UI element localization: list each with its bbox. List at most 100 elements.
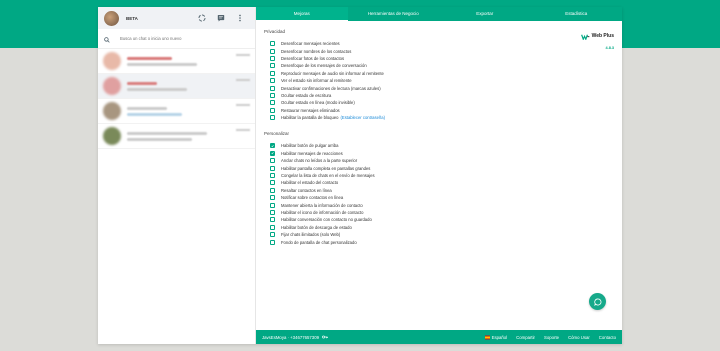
option-checkbox[interactable]: [270, 150, 275, 156]
tab-herramientas[interactable]: Herramientas de Negocio: [348, 7, 440, 21]
option-label: Anclar chats no leídos a la parte superi…: [281, 158, 358, 164]
option-row[interactable]: Congelar la lista de chats en el envío d…: [270, 172, 614, 179]
option-checkbox[interactable]: [270, 187, 275, 193]
search-input[interactable]: [120, 36, 240, 41]
option-row[interactable]: Desenfocar nombres de los contactos: [270, 47, 614, 54]
option-label: Habilitar botón de descarga de estado: [281, 224, 352, 230]
option-checkbox[interactable]: [270, 173, 275, 179]
how-to-use-link[interactable]: Cómo Usar: [568, 335, 590, 340]
avatar[interactable]: [104, 10, 119, 26]
option-row[interactable]: Habilitar botón de pulgar arriba: [270, 142, 614, 149]
option-row[interactable]: Desenfocar fotos de los contactos: [270, 55, 614, 62]
customize-section: Personalizar Habilitar botón de pulgar a…: [264, 131, 614, 245]
profile-name: BETA: [126, 15, 138, 21]
option-row[interactable]: Restaurar mensajes eliminados: [270, 107, 614, 114]
chat-list-item[interactable]: [98, 74, 255, 99]
option-checkbox[interactable]: [270, 202, 275, 208]
option-checkbox[interactable]: [270, 100, 275, 106]
option-checkbox[interactable]: [270, 78, 275, 84]
option-label: Reproducir mensajes de audio sin informa…: [281, 70, 384, 76]
chat-sidebar: BETA: [98, 7, 256, 344]
option-label: Notificar sobre contactos en línea: [281, 195, 344, 201]
option-row[interactable]: Ver el estado sin informar al remitente: [270, 77, 614, 84]
option-checkbox[interactable]: [270, 107, 275, 113]
chat-list-item[interactable]: [98, 124, 255, 149]
option-checkbox[interactable]: [270, 41, 275, 47]
option-checkbox[interactable]: [270, 210, 275, 215]
floating-action-button[interactable]: [589, 293, 606, 310]
option-row[interactable]: Fijar chats ilimitados (solo Web): [270, 231, 614, 238]
option-label: Habilitar el icono de información de con…: [281, 210, 364, 215]
settings-panel: Mejoras Herramientas de Negocio Exportar…: [256, 7, 622, 344]
option-row[interactable]: Anclar chats no leídos a la parte superi…: [270, 157, 614, 164]
language-selector[interactable]: Español: [484, 335, 507, 340]
option-label: Desenfocar nombres de los contactos: [281, 48, 352, 54]
tab-exportar[interactable]: Exportar: [439, 7, 531, 21]
option-row[interactable]: Notificar sobre contactos en línea: [270, 194, 614, 201]
option-checkbox[interactable]: [270, 85, 275, 91]
option-label: Congelar la lista de chats en el envío d…: [281, 173, 375, 179]
option-checkbox[interactable]: [270, 143, 275, 149]
option-checkbox[interactable]: [270, 217, 275, 223]
option-checkbox[interactable]: [270, 195, 275, 201]
search-bar: [98, 29, 255, 49]
option-label: Fijar chats ilimitados (solo Web): [281, 232, 341, 238]
option-row[interactable]: Habilitar conversación con contacto no g…: [270, 216, 614, 223]
option-checkbox[interactable]: [270, 239, 275, 245]
option-row[interactable]: Habilitar la pantalla de bloqueo (Estable…: [270, 114, 614, 121]
menu-icon[interactable]: [236, 14, 244, 22]
status-icon[interactable]: [198, 14, 206, 22]
option-row[interactable]: Desenfocar mensajes recientes: [270, 40, 614, 47]
option-checkbox[interactable]: [270, 63, 275, 69]
option-row[interactable]: Fondo de pantalla de chat personalizado: [270, 238, 614, 245]
option-label: Desactivar confirmaciones de lectura (ma…: [281, 85, 381, 91]
option-row[interactable]: Resaltar contactos en línea: [270, 187, 614, 194]
option-checkbox[interactable]: [270, 180, 275, 186]
key-icon[interactable]: [322, 335, 328, 340]
footer-bar: JavsEsMoya · +34677657309 Español Compar…: [256, 330, 622, 344]
option-checkbox[interactable]: [270, 224, 275, 230]
option-row[interactable]: Habilitar botón de descarga de estado: [270, 224, 614, 231]
option-checkbox[interactable]: [270, 48, 275, 54]
chat-list-item[interactable]: [98, 49, 255, 74]
set-password-link[interactable]: (Establecer contraseña): [341, 115, 385, 120]
version-label: 4.8.3: [605, 46, 614, 50]
option-row[interactable]: Habilitar el estado del contacto: [270, 179, 614, 186]
search-icon: [104, 30, 120, 48]
option-row[interactable]: Ocultar estado de escritura: [270, 92, 614, 99]
section-title: Personalizar: [264, 131, 290, 137]
option-checkbox[interactable]: [270, 232, 275, 238]
share-link[interactable]: Compartir: [516, 335, 535, 340]
chat-list-item[interactable]: [98, 99, 255, 124]
app-logo: Web Plus 4.8.3: [580, 27, 614, 50]
option-row[interactable]: Habilitar pantalla completa en pantallas…: [270, 164, 614, 171]
support-link[interactable]: Soporte: [544, 335, 559, 340]
tab-estadistica[interactable]: Estadística: [531, 7, 623, 21]
sidebar-header: BETA: [98, 7, 255, 29]
option-checkbox[interactable]: [270, 92, 275, 98]
option-row[interactable]: Habilitar el icono de información de con…: [270, 209, 614, 216]
option-checkbox[interactable]: [270, 55, 275, 61]
option-label: Habilitar mensajes de reacciones: [281, 150, 343, 156]
privacy-section: Privacidad Desenfocar mensajes recientes…: [264, 29, 614, 121]
option-label: Desenfoque de los mensajes de conversaci…: [281, 63, 367, 69]
flag-icon: [484, 335, 490, 339]
option-checkbox[interactable]: [270, 70, 275, 76]
tab-mejoras[interactable]: Mejoras: [256, 7, 348, 21]
option-row[interactable]: Desactivar confirmaciones de lectura (ma…: [270, 84, 614, 91]
option-row[interactable]: Ocultar estado en línea (modo invisible): [270, 99, 614, 106]
option-checkbox[interactable]: [270, 115, 275, 121]
contact-link[interactable]: Contacto: [599, 335, 616, 340]
option-checkbox[interactable]: [270, 158, 275, 164]
option-label: Habilitar conversación con contacto no g…: [281, 217, 372, 223]
option-label: Desenfocar mensajes recientes: [281, 41, 340, 47]
option-checkbox[interactable]: [270, 165, 275, 171]
option-row[interactable]: Desenfoque de los mensajes de conversaci…: [270, 62, 614, 69]
new-chat-icon[interactable]: [217, 14, 225, 22]
option-row[interactable]: Reproducir mensajes de audio sin informa…: [270, 70, 614, 77]
option-label: Desenfocar fotos de los contactos: [281, 55, 345, 61]
option-label: Ocultar estado de escritura: [281, 92, 332, 98]
option-row[interactable]: Mantener abierta la información de conta…: [270, 201, 614, 208]
option-row[interactable]: Habilitar mensajes de reacciones: [270, 150, 614, 157]
app-window: BETA Busca un chat o inicia uno nuevo Me…: [98, 7, 622, 344]
